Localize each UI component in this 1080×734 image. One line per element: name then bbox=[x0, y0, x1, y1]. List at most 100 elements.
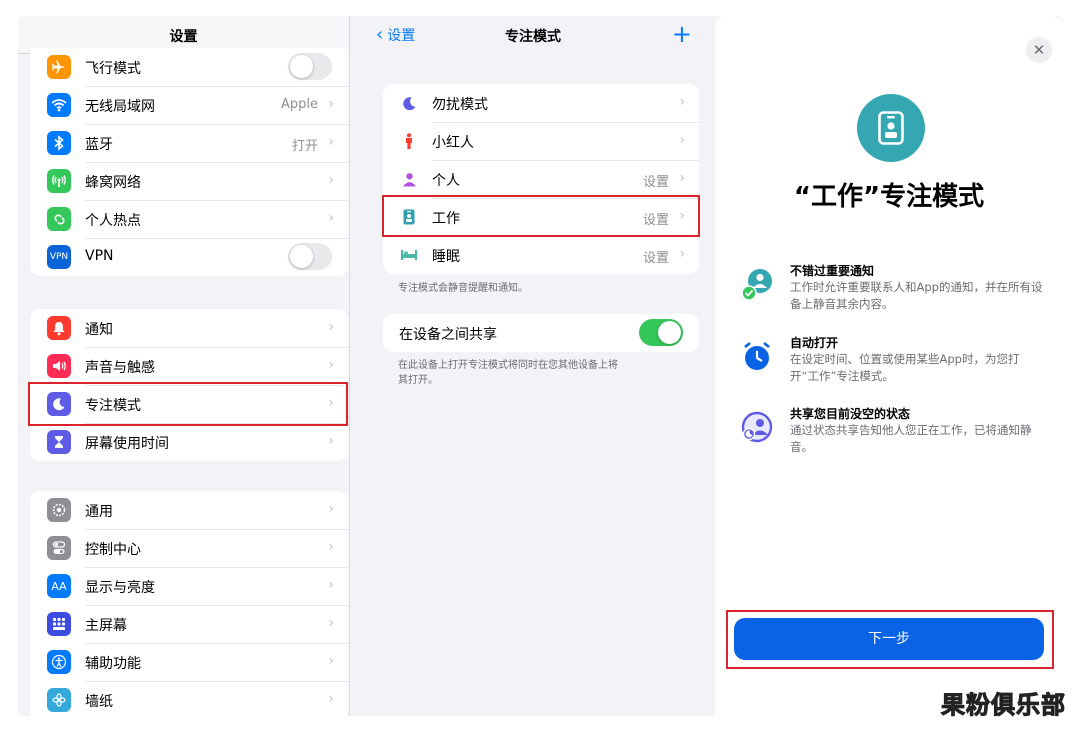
chevron-right-icon: › bbox=[679, 246, 685, 262]
settings-row-wallpaper[interactable]: 墙纸 › bbox=[30, 681, 348, 716]
settings-row-cellular[interactable]: 蜂窝网络 › bbox=[30, 162, 348, 200]
work-badge-icon bbox=[857, 94, 925, 162]
focus-row-highlight bbox=[28, 382, 348, 426]
alarm-clock-icon bbox=[744, 341, 770, 370]
settings-row-home-screen[interactable]: 主屏幕 › bbox=[30, 605, 348, 643]
settings-row-label: 控制中心 bbox=[85, 542, 141, 558]
chevron-right-icon: › bbox=[328, 691, 334, 707]
focus-mode-label: 睡眠 bbox=[432, 249, 460, 265]
vpn-toggle[interactable] bbox=[288, 243, 332, 270]
settings-row-label: VPN bbox=[85, 248, 114, 264]
chevron-right-icon: › bbox=[328, 96, 334, 112]
hotspot-icon bbox=[47, 207, 71, 231]
settings-row-hotspot[interactable]: 个人热点 › bbox=[30, 200, 348, 238]
focus-header: ‹ 设置 专注模式 + bbox=[350, 16, 716, 54]
settings-row-label: 通知 bbox=[85, 322, 113, 338]
settings-row-label: 蓝牙 bbox=[85, 137, 113, 153]
feature-description: 通过状态共享告知他人您正在工作，已将通知静音。 bbox=[790, 423, 1032, 454]
chevron-right-icon: › bbox=[328, 319, 334, 335]
next-button-highlight bbox=[726, 610, 1054, 669]
focus-mode-label: 勿扰模式 bbox=[432, 97, 488, 113]
watermark: 果粉俱乐部 bbox=[941, 691, 1066, 720]
settings-row-label: 屏幕使用时间 bbox=[85, 436, 169, 452]
settings-row-control-center[interactable]: 控制中心 › bbox=[30, 529, 348, 567]
settings-row-wifi[interactable]: 无线局域网 Apple › bbox=[30, 86, 348, 124]
chevron-right-icon: › bbox=[328, 577, 334, 593]
wifi-network-value: Apple bbox=[280, 97, 318, 112]
focus-panel: ‹ 设置 专注模式 + 勿扰模式 › 小红人 › 个人 设置 › 工作 设置 ›… bbox=[349, 16, 715, 716]
settings-row-label: 飞行模式 bbox=[85, 61, 141, 77]
focus-modes-footer: 专注模式会静音提醒和通知。 bbox=[398, 283, 528, 294]
bluetooth-icon bbox=[47, 131, 71, 155]
bed-icon bbox=[400, 247, 418, 263]
person-status-icon bbox=[741, 411, 773, 443]
feature-title: 共享您目前没空的状态 bbox=[790, 407, 911, 421]
display-icon: AA bbox=[47, 574, 71, 598]
airplane-toggle[interactable] bbox=[288, 53, 332, 80]
chevron-right-icon: › bbox=[679, 132, 685, 148]
close-icon[interactable]: ✕ bbox=[1026, 37, 1052, 63]
chevron-right-icon: › bbox=[328, 357, 334, 373]
settings-row-sounds[interactable]: 声音与触感 › bbox=[30, 347, 348, 385]
chevron-right-icon: › bbox=[328, 653, 334, 669]
share-across-devices-label: 在设备之间共享 bbox=[399, 327, 497, 343]
focus-modes-list: 勿扰模式 › 小红人 › 个人 设置 › 工作 设置 › 睡眠 设置 › bbox=[383, 84, 699, 274]
focus-mode-sleep[interactable]: 睡眠 设置 › bbox=[383, 236, 699, 274]
settings-row-airplane[interactable]: 飞行模式 bbox=[30, 48, 348, 86]
settings-row-label: 无线局域网 bbox=[85, 99, 155, 115]
cellular-icon bbox=[47, 169, 71, 193]
toggle-knob bbox=[658, 321, 681, 344]
focus-mode-label: 个人 bbox=[432, 173, 460, 189]
share-footer: 在此设备上打开专注模式将同时在您其他设备上将 其打开。 bbox=[398, 358, 618, 388]
settings-row-label: 显示与亮度 bbox=[85, 580, 155, 596]
focus-mode-personal[interactable]: 个人 设置 › bbox=[383, 160, 699, 198]
settings-row-label: 通用 bbox=[85, 504, 113, 520]
settings-group-connectivity: 飞行模式 无线局域网 Apple › 蓝牙 打开 › 蜂窝网络 › 个人热点 ›… bbox=[30, 48, 348, 276]
wifi-icon bbox=[47, 93, 71, 117]
focus-mode-custom[interactable]: 小红人 › bbox=[383, 122, 699, 160]
toggle-knob bbox=[290, 55, 313, 78]
focus-mode-dnd[interactable]: 勿扰模式 › bbox=[383, 84, 699, 122]
settings-row-vpn[interactable]: VPN VPN bbox=[30, 238, 348, 276]
settings-row-label: 个人热点 bbox=[85, 213, 141, 229]
work-focus-title: “工作”专注模式 bbox=[793, 182, 985, 212]
switches-icon bbox=[47, 536, 71, 560]
settings-row-accessibility[interactable]: 辅助功能 › bbox=[30, 643, 348, 681]
speaker-icon bbox=[47, 354, 71, 378]
moon-icon bbox=[400, 95, 418, 111]
settings-row-display[interactable]: AA 显示与亮度 › bbox=[30, 567, 348, 605]
settings-row-screen-time[interactable]: 屏幕使用时间 › bbox=[30, 423, 348, 461]
chevron-right-icon: › bbox=[328, 433, 334, 449]
feature-description: 在设定时间、位置或使用某些App时，为您打开“工作”专注模式。 bbox=[790, 352, 1020, 383]
settings-row-general[interactable]: 通用 › bbox=[30, 491, 348, 529]
feature-title: 不错过重要通知 bbox=[790, 264, 875, 278]
settings-row-notifications[interactable]: 通知 › bbox=[30, 309, 348, 347]
share-footer-line-1: 在此设备上打开专注模式将同时在您其他设备上将 bbox=[398, 360, 618, 371]
settings-title: 设置 bbox=[169, 29, 198, 45]
focus-mode-label: 小红人 bbox=[432, 135, 474, 151]
focus-mode-value: 设置 bbox=[642, 251, 669, 266]
person-standing-icon bbox=[400, 132, 418, 149]
chevron-right-icon: › bbox=[679, 170, 685, 186]
chevron-right-icon: › bbox=[679, 94, 685, 110]
vpn-icon: VPN bbox=[47, 245, 71, 269]
person-check-icon bbox=[741, 269, 772, 301]
chevron-right-icon: › bbox=[328, 539, 334, 555]
accessibility-icon bbox=[47, 650, 71, 674]
bell-icon bbox=[47, 316, 71, 340]
plus-icon[interactable]: + bbox=[672, 20, 692, 48]
settings-row-label: 墙纸 bbox=[85, 694, 113, 710]
focus-title: 专注模式 bbox=[505, 29, 561, 45]
settings-group-general: 通用 › 控制中心 › AA 显示与亮度 › 主屏幕 › 辅助功能 › 墙纸 › bbox=[30, 491, 348, 716]
gear-icon bbox=[47, 498, 71, 522]
wallpaper-icon bbox=[47, 688, 71, 712]
share-across-devices-row: 在设备之间共享 bbox=[383, 314, 699, 352]
settings-row-bluetooth[interactable]: 蓝牙 打开 › bbox=[30, 124, 348, 162]
chevron-right-icon: › bbox=[328, 172, 334, 188]
hourglass-icon bbox=[47, 430, 71, 454]
focus-mode-value: 设置 bbox=[642, 175, 669, 190]
chevron-right-icon: › bbox=[328, 501, 334, 517]
toggle-knob bbox=[290, 245, 313, 268]
person-icon bbox=[400, 171, 418, 187]
share-across-devices-toggle[interactable] bbox=[639, 319, 683, 346]
